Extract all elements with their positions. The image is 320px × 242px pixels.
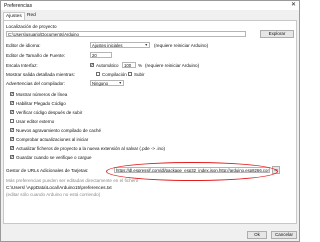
settings-panel: Localización de proyecto C:\Users\usuari… (3, 20, 297, 224)
cancel-button[interactable]: Cancelar (271, 231, 297, 239)
save-on-verify-checkbox[interactable] (10, 154, 14, 160)
verify-after-upload-checkbox[interactable] (10, 109, 14, 115)
verbose-compile-checkbox[interactable] (96, 72, 100, 76)
highlight-ellipse (106, 162, 278, 181)
preferences-window: Preferencias ✕ Ajustes Red Localización … (0, 0, 300, 242)
sketchbook-label: Localización de proyecto (6, 24, 57, 29)
compiler-warnings-select[interactable]: Ninguno ▼ (90, 80, 124, 86)
update-extension-checkbox[interactable] (10, 145, 14, 151)
cache-core-checkbox[interactable] (10, 127, 14, 133)
chevron-down-icon: ▼ (118, 81, 122, 85)
editor-language-select[interactable]: Ajustes iniciales ▼ (90, 42, 150, 48)
verbose-upload-label: Subir (134, 72, 145, 77)
board-urls-label: Gestor de URLs Adicionales de Tarjetas: (6, 168, 89, 173)
cache-core-label: Nuevos agravamiento compilado de caché (16, 128, 102, 133)
scale-percent-field[interactable]: 100 (122, 62, 136, 68)
editor-language-note: (requiere reiniciar Arduino) (154, 43, 209, 48)
check-updates-label: Comprobar actualizaciones al iniciar (16, 137, 89, 142)
compiler-warnings-value: Ninguno (92, 81, 109, 86)
title-bar: Preferencias ✕ (1, 1, 299, 10)
line-numbers-label: Mostrar números de línea (16, 92, 68, 97)
prefs-path[interactable]: C:\Users\ \AppData\Local\Arduino15\prefe… (6, 185, 112, 190)
prefs-note: Más preferencias pueden ser editadas dir… (6, 178, 139, 183)
interface-scale-note: (requiere reiniciar Arduino) (145, 63, 200, 68)
interface-scale-label: Escala Interfaz: (6, 63, 38, 68)
font-size-field[interactable]: 20 (90, 52, 112, 58)
editor-language-label: Editor de idioma: (6, 43, 41, 48)
browse-button[interactable]: Explorar (260, 30, 294, 38)
verify-after-upload-label: Verificar código después de subir (16, 110, 83, 115)
tab-red[interactable]: Red (25, 12, 37, 20)
compiler-warnings-label: Advertencias del compilador: (6, 81, 65, 86)
scale-unit: % (138, 63, 143, 68)
sketchbook-path-field[interactable]: C:\Users\usuario\Documents\Arduino (6, 31, 246, 37)
chevron-down-icon: ▼ (144, 43, 148, 47)
verbose-compile-label: Compilación (102, 72, 127, 77)
external-editor-label: Usar editor externo (16, 119, 55, 124)
prefs-hint: (editar sólo cuando Arduino no está corr… (6, 192, 101, 197)
ok-button[interactable]: Ok (247, 231, 267, 239)
verbose-upload-checkbox[interactable] (128, 72, 132, 76)
font-size-label: Editor de Tamaño de Fuente: (6, 53, 66, 58)
tab-ajustes[interactable]: Ajustes (3, 12, 25, 20)
window-title: Preferencias (4, 3, 33, 9)
auto-scale-checkbox[interactable] (90, 62, 94, 68)
editor-language-value: Ajustes iniciales (92, 43, 123, 48)
update-extension-label: Actualizar ficheros de proyecto a la nue… (16, 146, 165, 151)
auto-scale-label: Automático (96, 63, 119, 68)
save-on-verify-label: Guardar cuando se verifique o cargue (16, 155, 92, 160)
code-folding-checkbox[interactable] (10, 100, 14, 106)
close-icon[interactable]: ✕ (291, 2, 296, 8)
line-numbers-checkbox[interactable] (10, 91, 14, 97)
verbose-label: Mostrar salida detallada mientras: (6, 72, 75, 77)
external-editor-checkbox[interactable] (10, 119, 14, 123)
check-updates-checkbox[interactable] (10, 136, 14, 142)
code-folding-label: Habilitar Plegado Código (16, 101, 66, 106)
